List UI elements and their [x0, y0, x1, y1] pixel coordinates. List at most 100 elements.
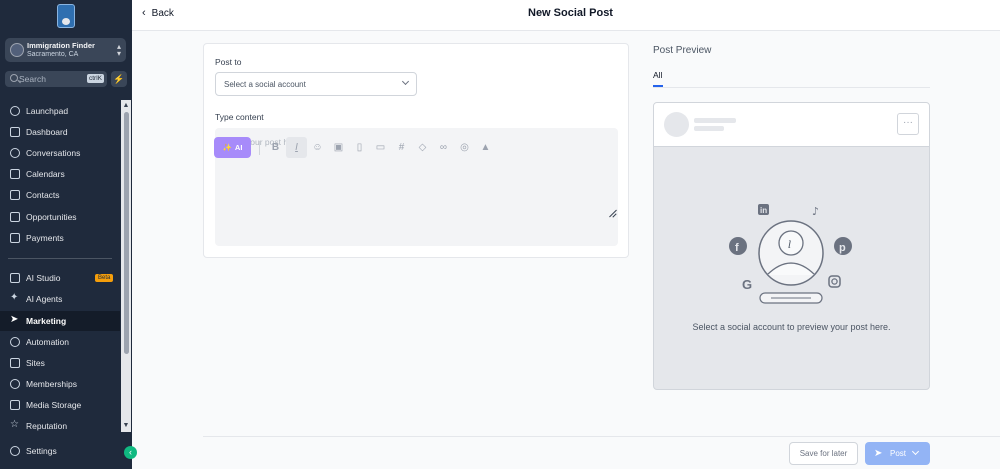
back-button[interactable]: ‹ Back — [142, 7, 174, 19]
sidebar-item-label: Payments — [26, 233, 64, 243]
resize-handle-icon[interactable] — [608, 209, 617, 218]
search-placeholder: Search — [19, 74, 46, 84]
ai-button[interactable]: ✨ AI — [214, 137, 251, 158]
italic-icon[interactable]: I — [286, 137, 307, 158]
file-icon[interactable]: ▯ — [349, 137, 370, 158]
sidebar-item-label: Memberships — [26, 379, 78, 389]
send-icon: ➤ — [874, 448, 883, 459]
instagram-icon — [828, 275, 841, 288]
scroll-up-icon[interactable]: ▲ — [122, 102, 130, 109]
post-label: Post — [890, 449, 907, 458]
search-shortcut: ctrlK — [87, 74, 104, 83]
sidebar-item-label: Launchpad — [26, 106, 69, 116]
preview-post-header: ··· — [654, 103, 929, 147]
svg-text:l: l — [788, 240, 791, 251]
back-label: Back — [151, 8, 174, 19]
collapse-sidebar-button[interactable]: ‹ — [124, 446, 137, 459]
bold-icon[interactable]: B — [265, 137, 286, 158]
scroll-down-icon[interactable]: ▼ — [122, 422, 130, 429]
sidebar-item-launchpad[interactable]: Launchpad — [0, 101, 120, 121]
tiktok-icon: ♪ — [812, 205, 819, 218]
image-icon[interactable]: ▣ — [328, 137, 349, 158]
account-location: Sacramento, CA — [27, 51, 79, 58]
sidebar-item-memberships[interactable]: Memberships — [0, 374, 120, 394]
sidebar-item-label: Media Storage — [26, 400, 82, 410]
post-to-label: Post to — [215, 57, 242, 67]
search-icon — [10, 74, 18, 82]
social-illustration: in ♪ f p G l — [729, 204, 852, 304]
ai-label: AI — [234, 143, 243, 152]
quick-action-bolt-icon[interactable]: ⚡ — [111, 71, 127, 87]
handle-placeholder — [694, 126, 724, 131]
hashtag-icon[interactable]: # — [391, 137, 412, 158]
facebook-icon: f — [729, 237, 747, 255]
sidebar-item-media-storage[interactable]: Media Storage — [0, 395, 120, 415]
sites-icon — [10, 358, 20, 368]
tab-all[interactable]: All — [653, 70, 662, 80]
emoji-icon[interactable]: ☺ — [307, 137, 328, 158]
sidebar-divider — [8, 258, 112, 259]
sidebar-item-label: Calendars — [26, 169, 65, 179]
contacts-icon — [10, 190, 20, 200]
sidebar-item-label: AI Agents — [26, 294, 63, 304]
sidebar: Immigration Finder Sacramento, CA ▴ ▾ Sea… — [0, 0, 137, 469]
sidebar-item-label: Conversations — [26, 148, 81, 158]
sidebar-item-reputation[interactable]: ☆ Reputation — [0, 416, 120, 436]
automation-icon — [10, 337, 20, 347]
post-button[interactable]: ➤ Post — [865, 442, 930, 465]
sidebar-item-conversations[interactable]: Conversations — [0, 143, 120, 163]
user-icon[interactable]: ◎ — [454, 137, 475, 158]
svg-text:in: in — [760, 206, 767, 215]
sidebar-item-calendars[interactable]: Calendars — [0, 164, 120, 184]
svg-text:f: f — [735, 242, 739, 254]
sidebar-item-automation[interactable]: Automation — [0, 332, 120, 352]
sidebar-item-opportunities[interactable]: Opportunities — [0, 207, 120, 227]
preview-panel: ··· in ♪ f p G l Select a social account… — [653, 102, 930, 390]
account-switcher[interactable]: Immigration Finder Sacramento, CA ▴ ▾ — [5, 38, 126, 62]
video-icon[interactable]: ▭ — [370, 137, 391, 158]
tab-divider — [653, 87, 930, 88]
preview-empty-message: Select a social account to preview your … — [692, 322, 891, 332]
logo-icon[interactable] — [57, 4, 75, 28]
editor-toolbar: ✨ AI B I ☺ ▣ ▯ ▭ # ◇ ∞ ◎ ▲ — [214, 137, 496, 158]
sidebar-item-label: Automation — [26, 337, 69, 347]
account-name: Immigration Finder — [27, 41, 95, 50]
user-placeholder-icon: l — [758, 220, 824, 286]
sidebar-item-contacts[interactable]: Contacts — [0, 185, 120, 205]
beta-badge: Beta — [95, 274, 114, 282]
sidebar-item-sites[interactable]: Sites — [0, 353, 120, 373]
chevron-down-icon[interactable] — [911, 447, 920, 456]
preview-title: Post Preview — [653, 45, 712, 56]
sidebar-item-ai-agents[interactable]: ✦ AI Agents — [0, 289, 120, 309]
sidebar-item-label: Contacts — [26, 190, 60, 200]
svg-text:G: G — [742, 277, 752, 292]
type-content-label: Type content — [215, 112, 264, 122]
payments-icon — [10, 233, 20, 243]
sidebar-item-marketing[interactable]: ➤ Marketing — [0, 311, 120, 331]
sidebar-item-ai-studio[interactable]: AI Studio Beta — [0, 268, 120, 288]
sidebar-item-dashboard[interactable]: Dashboard — [0, 122, 120, 142]
save-for-later-button[interactable]: Save for later — [789, 442, 858, 465]
send-icon: ➤ — [10, 314, 19, 325]
sidebar-item-payments[interactable]: Payments — [0, 228, 120, 248]
gear-icon — [10, 446, 20, 456]
sidebar-item-label: Settings — [26, 446, 57, 456]
svg-text:p: p — [839, 242, 846, 254]
sidebar-item-settings[interactable]: Settings — [0, 441, 120, 461]
membership-icon — [10, 379, 20, 389]
sidebar-item-label: AI Studio — [26, 273, 61, 283]
location-avatar-icon — [10, 43, 24, 57]
chevron-updown-icon: ▴ ▾ — [116, 42, 121, 58]
chat-icon — [10, 148, 20, 158]
sidebar-item-label: Reputation — [26, 421, 68, 431]
link-icon[interactable]: ∞ — [433, 137, 454, 158]
search-input[interactable]: Search ctrlK — [5, 71, 107, 87]
tag-icon[interactable]: ◇ — [412, 137, 433, 158]
text-image-icon[interactable]: ▲ — [475, 137, 496, 158]
sidebar-scrollbar[interactable]: ▲ ▼ — [121, 100, 131, 432]
grid-icon — [10, 127, 20, 137]
google-icon: G — [742, 277, 752, 292]
chevron-down-icon — [401, 77, 410, 86]
social-account-select[interactable]: Select a social account — [215, 72, 417, 96]
scrollbar-thumb[interactable] — [124, 112, 129, 354]
